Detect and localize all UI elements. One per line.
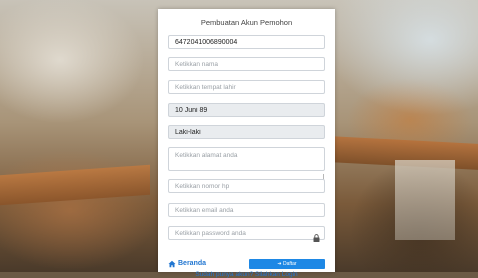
- register-button-label: Daftar: [282, 261, 297, 267]
- home-link[interactable]: Beranda: [178, 260, 206, 267]
- registration-form: Pembuatan Akun Pemohon Beranda ➜ Daftar …: [158, 9, 335, 278]
- birthplace-field[interactable]: [168, 80, 325, 94]
- gender-field[interactable]: [168, 125, 325, 139]
- lock-icon: [313, 234, 320, 242]
- name-field[interactable]: [168, 57, 325, 71]
- birthdate-field[interactable]: [168, 103, 325, 117]
- nik-field[interactable]: [168, 35, 325, 49]
- email-field[interactable]: [168, 203, 325, 217]
- address-field[interactable]: [168, 147, 325, 171]
- sign-in-icon: ➜: [277, 261, 282, 267]
- phone-field[interactable]: [168, 179, 325, 193]
- password-field[interactable]: [168, 226, 325, 240]
- home-icon: [168, 260, 176, 268]
- background-chair: [395, 160, 455, 240]
- form-title: Pembuatan Akun Pemohon: [200, 18, 293, 27]
- register-button[interactable]: ➜ Daftar: [249, 259, 325, 269]
- login-prompt[interactable]: Sudah punya akun? Silahkan Login: [158, 271, 335, 278]
